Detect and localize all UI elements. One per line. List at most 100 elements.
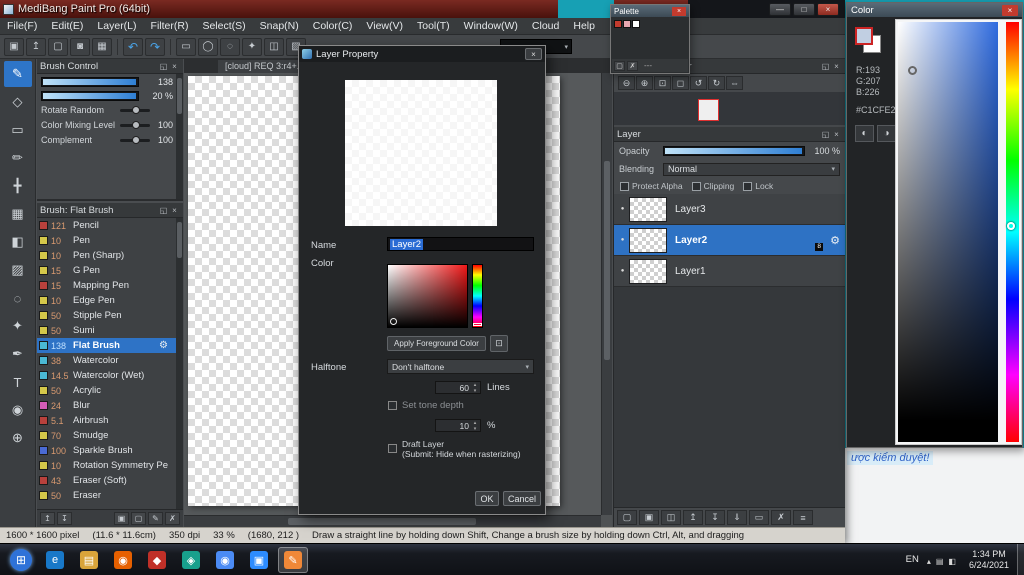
brush-size-slider[interactable] — [41, 77, 139, 87]
medibang-app-icon[interactable]: ✎ — [278, 547, 308, 573]
move-tool[interactable]: ╋ — [4, 173, 32, 199]
foreground-color-swatch[interactable] — [855, 27, 873, 45]
set-tone-depth-checkbox[interactable] — [388, 401, 397, 410]
spinner-arrows-icon[interactable]: ▴ ▾ — [471, 420, 479, 432]
new-canvas-button[interactable]: ▢ — [48, 37, 68, 56]
red-app-icon[interactable]: ◆ — [142, 547, 172, 573]
edge-browser-icon[interactable]: e — [40, 547, 70, 573]
menu-item[interactable]: Help — [566, 20, 602, 32]
zoom-out-button[interactable]: ⊖ — [618, 76, 635, 90]
hand-tool[interactable]: ⊕ — [4, 425, 32, 451]
menu-item[interactable]: Select(S) — [195, 20, 252, 32]
brush-scroll-down-button[interactable]: ↧ — [57, 512, 72, 525]
popout-icon[interactable]: ◱ — [820, 130, 831, 139]
visibility-dot[interactable]: ● — [616, 237, 629, 243]
add-brush-button[interactable]: ▢ — [131, 512, 146, 525]
brush-settings-icon[interactable]: ⚙ — [159, 340, 168, 351]
visibility-dot[interactable]: ● — [616, 268, 629, 274]
merge-layer-button[interactable]: ⇓ — [727, 510, 747, 525]
comment-button[interactable]: ◙ — [70, 37, 90, 56]
blending-dropdown[interactable]: Normal ▾ — [663, 162, 840, 176]
lasso-select-tool[interactable]: ◌ — [4, 285, 32, 311]
firefox-browser-icon[interactable]: ◉ — [108, 547, 138, 573]
param-slider[interactable] — [120, 105, 150, 114]
popout-icon[interactable]: ◱ — [158, 62, 169, 71]
language-indicator[interactable]: EN — [906, 554, 919, 565]
delete-palette-color-button[interactable]: ✗ — [627, 60, 638, 71]
chrome-browser-icon[interactable]: ◉ — [210, 547, 240, 573]
rect-select-tool[interactable]: ▭ — [4, 117, 32, 143]
brush-item[interactable]: 100 Sparkle Brush ⚙ — [37, 443, 176, 458]
brush-item[interactable]: 10 Pen (Sharp) ⚙ — [37, 248, 176, 263]
lines-input[interactable]: 60 ▴ ▾ — [435, 381, 481, 394]
panel-close-icon[interactable]: × — [831, 130, 842, 139]
brush-item[interactable]: 10 Rotation Symmetry Pe ⚙ — [37, 458, 176, 473]
palette-swatch-red[interactable] — [614, 20, 622, 28]
eraser-tool[interactable]: ◇ — [4, 89, 32, 115]
menu-item[interactable]: File(F) — [0, 20, 44, 32]
brush-item[interactable]: 43 Eraser (Soft) ⚙ — [37, 473, 176, 488]
popout-icon[interactable]: ◱ — [820, 62, 831, 71]
hue-strip[interactable] — [472, 264, 483, 328]
menu-item[interactable]: Cloud — [525, 20, 566, 32]
menu-item[interactable]: Snap(N) — [253, 20, 306, 32]
minimize-button[interactable]: — — [769, 2, 791, 16]
brush-item[interactable]: 50 Eraser ⚙ — [37, 488, 176, 503]
gradient-tool[interactable]: ▨ — [4, 257, 32, 283]
layer-menu-button[interactable]: ≡ — [793, 510, 813, 525]
tray-icon[interactable]: ◧ — [948, 557, 956, 566]
maximize-button[interactable]: □ — [793, 2, 815, 16]
color-bar-mode-button[interactable]: ◑ — [877, 125, 896, 142]
menu-item[interactable]: Filter(R) — [144, 20, 196, 32]
reset-rotation-button[interactable]: ⇔ — [726, 76, 743, 90]
brush-item[interactable]: 50 Stipple Pen ⚙ — [37, 308, 176, 323]
brush-item[interactable]: 24 Blur ⚙ — [37, 398, 176, 413]
sv-marker-large[interactable] — [908, 66, 917, 75]
slider-knob[interactable] — [132, 135, 140, 144]
layer-down-button[interactable]: ↧ — [705, 510, 725, 525]
delete-layer-button[interactable]: ✗ — [771, 510, 791, 525]
brush-scroll-up-button[interactable]: ↥ — [40, 512, 55, 525]
foreground-color-picker-button[interactable]: ⊡ — [490, 335, 508, 352]
zoom-app-icon[interactable]: ▣ — [244, 547, 274, 573]
tray-icon[interactable]: ▤ — [936, 557, 944, 566]
add-palette-color-button[interactable]: ▢ — [614, 60, 625, 71]
lock-checkbox[interactable] — [743, 181, 753, 191]
brush-item[interactable]: 10 Edge Pen ⚙ — [37, 293, 176, 308]
delete-brush-button[interactable]: ✗ — [165, 512, 180, 525]
brush-item[interactable]: 10 Pen ⚙ — [37, 233, 176, 248]
brush-item[interactable]: 50 Acrylic ⚙ — [37, 383, 176, 398]
pencil-tool[interactable]: ✏ — [4, 145, 32, 171]
ok-button[interactable]: OK — [475, 491, 499, 506]
menu-item[interactable]: Edit(E) — [44, 20, 90, 32]
layer-settings-icon[interactable]: ⚙ — [830, 234, 840, 247]
menu-item[interactable]: View(V) — [359, 20, 410, 32]
brush-tool[interactable]: ✎ — [3, 61, 32, 87]
actual-size-button[interactable]: ◻ — [672, 76, 689, 90]
add-brush-folder-button[interactable]: ▣ — [114, 512, 129, 525]
sv-picker-large[interactable] — [898, 22, 998, 442]
brush-item[interactable]: 138 Flat Brush ⚙ — [37, 338, 176, 353]
visibility-dot[interactable]: ● — [616, 206, 629, 212]
brush-item[interactable]: 50 Sumi ⚙ — [37, 323, 176, 338]
percent-input[interactable]: 10 ▴ ▾ — [435, 419, 481, 432]
new-folder-button[interactable]: ▣ — [639, 510, 659, 525]
dialog-title-bar[interactable]: Layer Property × — [299, 46, 545, 62]
navigator-preview[interactable] — [614, 92, 845, 125]
edit-brush-button[interactable]: ✎ — [148, 512, 163, 525]
brush-item[interactable]: 70 Smudge ⚙ — [37, 428, 176, 443]
eyedropper-tool[interactable]: ◉ — [4, 397, 32, 423]
select-all-button[interactable]: ◫ — [264, 37, 284, 56]
opacity-slider[interactable] — [663, 146, 805, 156]
select-lasso-button[interactable]: ◌ — [220, 37, 240, 56]
layer-item[interactable]: ● Layer3 ⚙ — [614, 194, 845, 225]
fit-view-button[interactable]: ⊡ — [654, 76, 671, 90]
brush-opacity-slider[interactable] — [41, 91, 139, 101]
divide-tool[interactable]: ▦ — [4, 201, 32, 227]
menu-item[interactable]: Layer(L) — [90, 20, 143, 32]
sv-marker[interactable] — [390, 318, 397, 325]
bucket-tool[interactable]: ◧ — [4, 229, 32, 255]
magic-wand-tool[interactable]: ✦ — [4, 313, 32, 339]
magic-wand-button[interactable]: ✦ — [242, 37, 262, 56]
dialog-close-button[interactable]: × — [525, 48, 542, 60]
